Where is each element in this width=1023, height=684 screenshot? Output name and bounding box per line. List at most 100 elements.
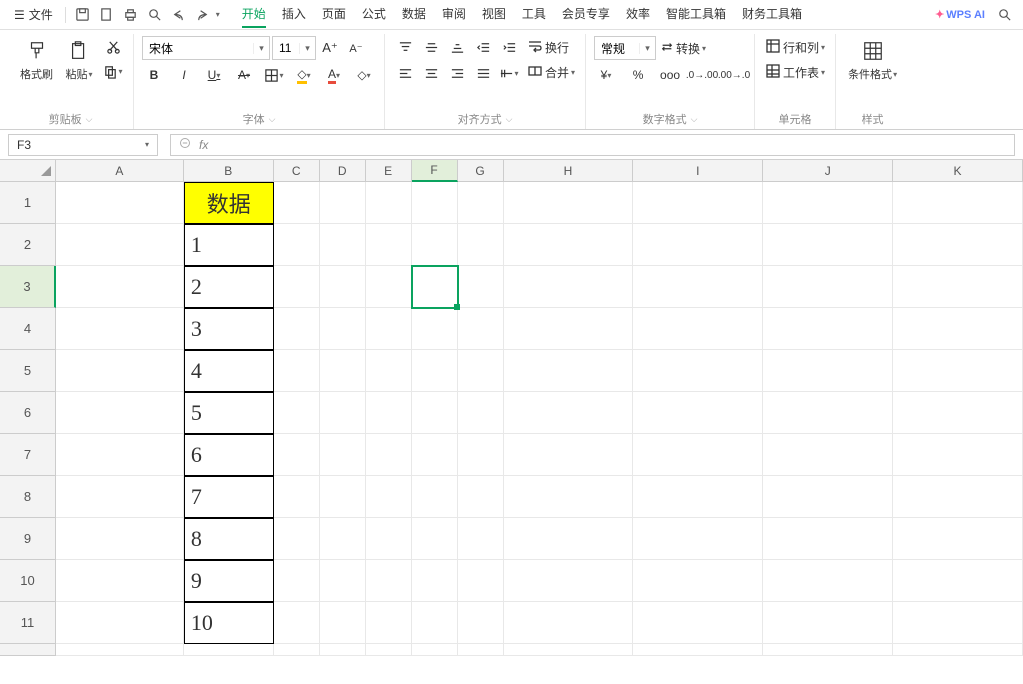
cell-K9[interactable] bbox=[893, 518, 1023, 560]
cell-H1[interactable] bbox=[504, 182, 634, 224]
cell-B3[interactable]: 2 bbox=[184, 266, 274, 308]
align-top-button[interactable] bbox=[393, 36, 417, 58]
cell-A12[interactable] bbox=[56, 644, 184, 656]
cut-button[interactable] bbox=[101, 36, 125, 58]
cell-K5[interactable] bbox=[893, 350, 1023, 392]
cell-C2[interactable] bbox=[274, 224, 320, 266]
tab-member[interactable]: 会员专享 bbox=[562, 1, 610, 28]
cell-H9[interactable] bbox=[504, 518, 634, 560]
cell-C8[interactable] bbox=[274, 476, 320, 518]
cell-G8[interactable] bbox=[458, 476, 504, 518]
cell-D1[interactable] bbox=[320, 182, 366, 224]
cell-I11[interactable] bbox=[633, 602, 763, 644]
cell-J11[interactable] bbox=[763, 602, 893, 644]
font-name-select[interactable]: ▾ bbox=[142, 36, 270, 60]
decrease-font-button[interactable]: A⁻ bbox=[344, 37, 368, 59]
cell-B10[interactable]: 9 bbox=[184, 560, 274, 602]
cell-B6[interactable]: 5 bbox=[184, 392, 274, 434]
cell-K7[interactable] bbox=[893, 434, 1023, 476]
cell-H12[interactable] bbox=[504, 644, 634, 656]
cell-J2[interactable] bbox=[763, 224, 893, 266]
tab-formula[interactable]: 公式 bbox=[362, 1, 386, 28]
preview-icon[interactable] bbox=[144, 4, 166, 26]
cell-G6[interactable] bbox=[458, 392, 504, 434]
cell-E3[interactable] bbox=[366, 266, 412, 308]
cell-E1[interactable] bbox=[366, 182, 412, 224]
cell-K1[interactable] bbox=[893, 182, 1023, 224]
file-menu[interactable]: ☰ 文件 bbox=[8, 4, 59, 25]
font-size-input[interactable] bbox=[273, 41, 299, 55]
cell-A5[interactable] bbox=[56, 350, 184, 392]
row-header-10[interactable]: 10 bbox=[0, 560, 56, 602]
row-header-12[interactable] bbox=[0, 644, 56, 656]
cell-F8[interactable] bbox=[412, 476, 458, 518]
undo-icon[interactable] bbox=[168, 4, 190, 26]
increase-font-button[interactable]: A⁺ bbox=[318, 37, 342, 59]
cell-A3[interactable] bbox=[56, 266, 184, 308]
col-header-G[interactable]: G bbox=[458, 160, 504, 182]
chevron-down-icon[interactable]: ▾ bbox=[299, 43, 315, 54]
cell-H8[interactable] bbox=[504, 476, 634, 518]
cell-F11[interactable] bbox=[412, 602, 458, 644]
cell-E9[interactable] bbox=[366, 518, 412, 560]
format-painter-button[interactable]: 格式刷 bbox=[16, 36, 57, 84]
cell-B2[interactable]: 1 bbox=[184, 224, 274, 266]
cell-D2[interactable] bbox=[320, 224, 366, 266]
cell-B11[interactable]: 10 bbox=[184, 602, 274, 644]
cell-H11[interactable] bbox=[504, 602, 634, 644]
cell-C4[interactable] bbox=[274, 308, 320, 350]
convert-button[interactable]: 转换▾ bbox=[658, 38, 708, 59]
increase-indent-button[interactable] bbox=[497, 36, 521, 58]
align-center-button[interactable] bbox=[419, 62, 443, 84]
formula-input[interactable] bbox=[216, 137, 1006, 152]
cell-H10[interactable] bbox=[504, 560, 634, 602]
cell-F7[interactable] bbox=[412, 434, 458, 476]
cell-D10[interactable] bbox=[320, 560, 366, 602]
cell-K11[interactable] bbox=[893, 602, 1023, 644]
cell-A6[interactable] bbox=[56, 392, 184, 434]
cell-J9[interactable] bbox=[763, 518, 893, 560]
cell-E12[interactable] bbox=[366, 644, 412, 656]
cell-K6[interactable] bbox=[893, 392, 1023, 434]
cell-F6[interactable] bbox=[412, 392, 458, 434]
col-header-D[interactable]: D bbox=[320, 160, 366, 182]
cell-K3[interactable] bbox=[893, 266, 1023, 308]
row-header-11[interactable]: 11 bbox=[0, 602, 56, 644]
cell-D12[interactable] bbox=[320, 644, 366, 656]
cell-B12[interactable] bbox=[184, 644, 274, 656]
cell-A11[interactable] bbox=[56, 602, 184, 644]
cell-E5[interactable] bbox=[366, 350, 412, 392]
cell-C6[interactable] bbox=[274, 392, 320, 434]
cell-G7[interactable] bbox=[458, 434, 504, 476]
cell-F3[interactable] bbox=[412, 266, 458, 308]
cell-G9[interactable] bbox=[458, 518, 504, 560]
cell-D3[interactable] bbox=[320, 266, 366, 308]
cell-K4[interactable] bbox=[893, 308, 1023, 350]
cell-D8[interactable] bbox=[320, 476, 366, 518]
qat-dropdown-icon[interactable]: ▾ bbox=[216, 10, 220, 19]
dialog-launcher-icon[interactable]: ⌵ bbox=[691, 114, 698, 125]
row-header-1[interactable]: 1 bbox=[0, 182, 56, 224]
orientation-button[interactable]: ▾ bbox=[497, 62, 521, 84]
cell-K10[interactable] bbox=[893, 560, 1023, 602]
cell-I4[interactable] bbox=[633, 308, 763, 350]
strikethrough-button[interactable]: A▾ bbox=[232, 64, 256, 86]
tab-insert[interactable]: 插入 bbox=[282, 1, 306, 28]
cell-A10[interactable] bbox=[56, 560, 184, 602]
cell-C5[interactable] bbox=[274, 350, 320, 392]
cell-E11[interactable] bbox=[366, 602, 412, 644]
cell-B4[interactable]: 3 bbox=[184, 308, 274, 350]
cell-H2[interactable] bbox=[504, 224, 634, 266]
cell-G1[interactable] bbox=[458, 182, 504, 224]
col-header-I[interactable]: I bbox=[633, 160, 763, 182]
tab-start[interactable]: 开始 bbox=[242, 1, 266, 28]
row-header-6[interactable]: 6 bbox=[0, 392, 56, 434]
col-header-F[interactable]: F bbox=[412, 160, 458, 182]
cell-A1[interactable] bbox=[56, 182, 184, 224]
percent-button[interactable]: % bbox=[626, 64, 650, 86]
font-size-select[interactable]: ▾ bbox=[272, 36, 316, 60]
clear-format-button[interactable]: ◇▾ bbox=[352, 64, 376, 86]
cell-A8[interactable] bbox=[56, 476, 184, 518]
row-header-3[interactable]: 3 bbox=[0, 266, 56, 308]
cell-H3[interactable] bbox=[504, 266, 634, 308]
